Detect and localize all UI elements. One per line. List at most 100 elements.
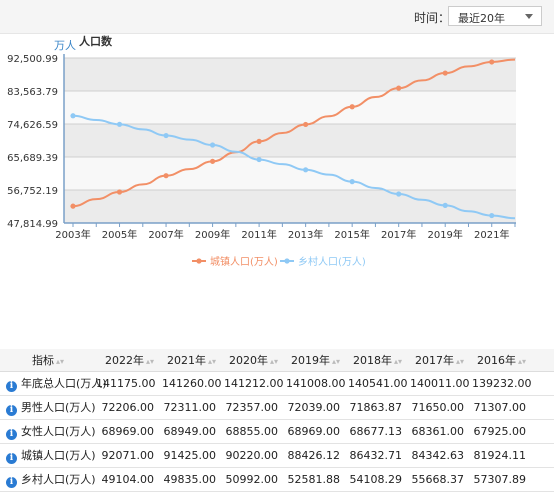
row-indicator-cell: i 城镇人口(万人) bbox=[0, 443, 96, 468]
table-cell: 68969.00 bbox=[96, 419, 162, 444]
row-indicator-cell: i 乡村人口(万人) bbox=[0, 467, 96, 492]
table-cell: 92071.00 bbox=[96, 443, 162, 468]
row-indicator-cell: i 男性人口(万人) bbox=[0, 395, 96, 420]
series-point-1 bbox=[349, 179, 355, 185]
series-point-1 bbox=[396, 191, 402, 197]
sort-icon: ▴▾ bbox=[517, 357, 526, 366]
plot-band bbox=[64, 124, 516, 157]
column-header-year[interactable]: 2015 bbox=[534, 349, 554, 372]
table-cell: 71307.00 bbox=[472, 395, 534, 420]
series-point-0 bbox=[442, 70, 448, 76]
series-point-0 bbox=[209, 158, 216, 164]
x-tick-label: 2011年 bbox=[241, 228, 276, 241]
sort-icon: ▴▾ bbox=[393, 357, 402, 366]
table-cell: 68949.00 bbox=[162, 419, 224, 444]
series-point-0 bbox=[396, 85, 402, 91]
column-header-year[interactable]: 2016年 ▴▾ bbox=[472, 349, 534, 372]
column-header-year[interactable]: 2022年 ▴▾ bbox=[96, 349, 162, 372]
row-indicator-cell: i 年底总人口(万人) bbox=[0, 371, 107, 396]
table-cell: 57307.89 bbox=[472, 467, 534, 492]
table-cell: 49835.00 bbox=[162, 467, 224, 492]
table-cell: 72311.00 bbox=[162, 395, 224, 420]
table-cell: 72357.00 bbox=[224, 395, 286, 420]
series-point-1 bbox=[209, 142, 216, 148]
population-line-chart: 92,500.99 83,563.79 74,626.59 65,689.39 56,7… bbox=[7, 34, 516, 268]
series-point-1 bbox=[256, 156, 262, 163]
row-indicator-label: 男性人口(万人) bbox=[21, 401, 96, 414]
row-indicator-label: 城镇人口(万人) bbox=[21, 449, 96, 462]
row-indicator-cell: i 女性人口(万人) bbox=[0, 419, 96, 444]
sort-icon: ▴▾ bbox=[269, 357, 278, 366]
table-row: i 男性人口(万人) 72206.00 72311.00 72357.00 72039.0… bbox=[0, 395, 554, 420]
sort-icon: ▴▾ bbox=[207, 357, 216, 366]
series-point-0 bbox=[303, 121, 309, 128]
time-label: 时间： bbox=[414, 11, 451, 25]
x-tick-label: 2017年 bbox=[381, 228, 416, 241]
table-cell: 84342.63 bbox=[410, 443, 472, 468]
data-table-container[interactable]: 指标 ▴▾ 2022年 ▴▾ 2021年 ▴▾ 2020年 ▴▾ 2019年 ▴▾ 2018年 ▴▾ 2… bbox=[0, 349, 554, 497]
table-cell: 91425.00 bbox=[162, 443, 224, 468]
info-icon[interactable]: i bbox=[6, 405, 17, 416]
column-header-year[interactable]: 2021年 ▴▾ bbox=[162, 349, 224, 372]
info-icon[interactable]: i bbox=[6, 477, 17, 488]
table-cell: 141175.00 bbox=[96, 371, 162, 396]
y-tick-label: 56,752.19 bbox=[7, 186, 58, 197]
column-header-year[interactable]: 2019年 ▴▾ bbox=[286, 349, 348, 372]
column-header-indicator[interactable]: 指标 ▴▾ bbox=[0, 349, 96, 372]
series-point-0 bbox=[256, 138, 262, 144]
x-tick-label: 2019年 bbox=[427, 228, 462, 241]
table-cell: 72039.00 bbox=[286, 395, 348, 420]
filter-bar: 时间： 最近20年 bbox=[0, 0, 554, 34]
sort-icon: ▴▾ bbox=[145, 357, 154, 366]
legend-label-1: 乡村人口(万人) bbox=[298, 255, 366, 268]
series-point-0 bbox=[70, 203, 76, 209]
table-row: i 城镇人口(万人) 92071.00 91425.00 90220.00 88426.1… bbox=[0, 443, 554, 468]
info-icon[interactable]: i bbox=[6, 453, 17, 464]
column-header-year[interactable]: 2017年 ▴▾ bbox=[410, 349, 472, 372]
table-cell: 139232.00 bbox=[472, 371, 534, 396]
table-cell: 50992.00 bbox=[224, 467, 286, 492]
series-point-1 bbox=[442, 202, 448, 208]
table-cell: 71863.87 bbox=[348, 395, 410, 420]
column-header-label: 指标 bbox=[31, 354, 54, 367]
info-icon[interactable]: i bbox=[6, 429, 17, 440]
y-tick-label: 65,689.39 bbox=[7, 153, 58, 164]
table-cell: 86432.71 bbox=[348, 443, 410, 468]
legend-marker-0 bbox=[196, 258, 202, 264]
table-cell: 49104.00 bbox=[96, 467, 162, 492]
row-indicator-label: 女性人口(万人) bbox=[21, 425, 96, 438]
time-range-value: 最近20年 bbox=[458, 12, 505, 25]
column-header-year[interactable]: 2018年 ▴▾ bbox=[348, 349, 410, 372]
table-cell: 68677.13 bbox=[348, 419, 410, 444]
info-icon[interactable]: i bbox=[6, 381, 17, 392]
table-cell: 141212.00 bbox=[224, 371, 286, 396]
table-cell: 67925.00 bbox=[472, 419, 534, 444]
legend-marker-1 bbox=[284, 258, 290, 264]
series-point-1 bbox=[70, 113, 76, 119]
table-cell: 13832 bbox=[534, 371, 554, 396]
table-cell: 5902 bbox=[534, 467, 554, 492]
column-header-year[interactable]: 2020年 ▴▾ bbox=[224, 349, 286, 372]
column-header-label: 2019年 bbox=[290, 354, 330, 367]
y-axis-label: 万人 bbox=[54, 39, 76, 52]
table-cell: 81924.11 bbox=[472, 443, 534, 468]
plot-band bbox=[64, 157, 516, 190]
sort-icon: ▴▾ bbox=[55, 357, 65, 366]
series-point-0 bbox=[489, 59, 495, 65]
series-point-0 bbox=[163, 173, 169, 179]
table-cell: 68361.00 bbox=[410, 419, 472, 444]
time-range-select[interactable]: 最近20年 bbox=[448, 6, 542, 26]
x-tick-label: 2021年 bbox=[474, 228, 509, 241]
table-cell: 71650.00 bbox=[410, 395, 472, 420]
series-point-1 bbox=[489, 212, 495, 219]
table-cell: 68969.00 bbox=[286, 419, 348, 444]
column-header-label: 2016年 bbox=[476, 354, 516, 367]
table-cell: 140011.00 bbox=[410, 371, 472, 396]
column-header-label: 2021年 bbox=[166, 354, 206, 367]
series-point-0 bbox=[116, 189, 123, 195]
series-point-0 bbox=[349, 104, 355, 110]
y-tick-label: 92,500.99 bbox=[7, 54, 58, 65]
x-tick-label: 2015年 bbox=[334, 228, 369, 241]
chart-title: 人口数 bbox=[79, 34, 113, 48]
table-header-row: 指标 ▴▾ 2022年 ▴▾ 2021年 ▴▾ 2020年 ▴▾ 2019年 ▴▾ 2018年 ▴▾ 2… bbox=[0, 349, 554, 372]
